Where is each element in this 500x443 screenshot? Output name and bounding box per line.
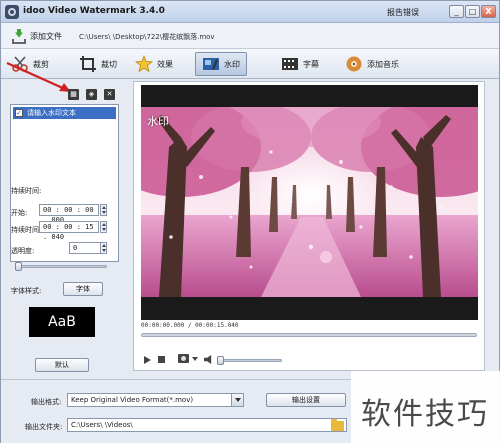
minimize-button[interactable]: _	[449, 5, 464, 18]
snapshot-camera-icon[interactable]	[178, 354, 189, 363]
app-logo-icon	[5, 5, 19, 19]
default-button[interactable]: 默认	[35, 358, 89, 372]
start-time-input[interactable]: 00 : 00 : 00 . 000	[39, 204, 99, 224]
app-window: idoo Video Watermark 3.4.0 报告错误 _ □ X 添加…	[0, 0, 500, 443]
title-bar: idoo Video Watermark 3.4.0 报告错误 _ □ X	[1, 1, 499, 23]
output-format-select[interactable]: Keep Original Video Format(*.mov)	[67, 393, 244, 407]
output-format-value: Keep Original Video Format(*.mov)	[71, 396, 194, 404]
delete-watermark-icon[interactable]: ✕	[104, 89, 115, 100]
file-bar: 添加文件 C:\Users\ \Desktop\722\樱花缤飘落.mov	[1, 23, 499, 49]
site-watermark-text: 软件技巧	[361, 397, 489, 432]
time-readout: 00:00:00.000 / 00:00:15.040	[141, 322, 239, 329]
chevron-down-icon[interactable]	[231, 394, 243, 406]
watermark-list: ✓ 请输入水印文本	[10, 104, 119, 262]
preview-area: 水印 00:00:00.000 / 00:00:15.040	[133, 81, 485, 371]
opacity-slider-track[interactable]	[15, 265, 107, 268]
tab-add-music[interactable]: 添加音乐	[339, 52, 405, 76]
crop-icon	[79, 55, 97, 73]
chevron-down-icon[interactable]	[192, 357, 198, 361]
tab-subtitle[interactable]: 字幕	[275, 52, 325, 76]
volume-slider-thumb[interactable]	[217, 356, 224, 365]
watermark-overlay-text[interactable]: 水印	[147, 113, 169, 129]
tab-effects-label: 效果	[157, 59, 173, 69]
watermark-settings-panel: ▦ ◈ ✕ ✓ 请输入水印文本 持续时间: 开始: 00 : 00 : 00 .…	[7, 83, 119, 373]
end-time-input[interactable]: 00 : 00 : 15 . 040	[39, 221, 99, 241]
start-time-spinner[interactable]	[100, 204, 107, 216]
font-style-label: 字体样式:	[11, 287, 42, 295]
watermark-icon	[202, 55, 220, 73]
add-image-watermark-icon[interactable]: ◈	[86, 89, 97, 100]
site-watermark: 软件技巧	[351, 371, 500, 443]
play-icon[interactable]	[144, 356, 151, 364]
output-folder-input[interactable]: C:\Users\ \Videos\	[67, 418, 347, 432]
checkbox-checked-icon[interactable]: ✓	[15, 109, 23, 117]
add-file-button[interactable]: 添加文件	[11, 28, 62, 45]
current-file-path: C:\Users\ \Desktop\722\樱花缤飘落.mov	[79, 33, 215, 41]
opacity-input[interactable]: 0	[69, 242, 101, 254]
watermark-list-item[interactable]: ✓ 请输入水印文本	[13, 107, 116, 119]
cherry-blossom-video-frame	[141, 107, 478, 297]
add-text-watermark-icon[interactable]: ▦	[68, 89, 79, 100]
tab-add-music-label: 添加音乐	[367, 59, 399, 69]
tab-crop-label: 裁切	[101, 59, 117, 69]
duration-heading: 持续时间:	[11, 187, 42, 195]
download-arrow-icon	[11, 28, 27, 45]
video-preview: 水印	[141, 85, 478, 320]
font-preview: AaB	[29, 307, 95, 337]
font-button[interactable]: 字体	[63, 282, 103, 296]
tab-effects[interactable]: 效果	[129, 52, 179, 76]
output-settings-button[interactable]: 输出设置	[266, 393, 346, 407]
end-label: 持续时间:	[11, 226, 42, 234]
window-title: idoo Video Watermark 3.4.0	[23, 6, 165, 16]
opacity-spinner[interactable]	[100, 242, 107, 254]
effects-star-icon	[134, 54, 154, 73]
output-format-label: 输出格式:	[31, 398, 62, 406]
end-time-spinner[interactable]	[100, 221, 107, 233]
watermark-item-text: 请输入水印文本	[27, 109, 76, 117]
volume-icon[interactable]	[204, 355, 212, 364]
tab-subtitle-label: 字幕	[303, 59, 319, 69]
report-error-link[interactable]: 报告错误	[387, 7, 419, 18]
stop-icon[interactable]	[158, 356, 165, 363]
folder-icon[interactable]	[331, 419, 344, 431]
maximize-button[interactable]: □	[465, 5, 480, 18]
seek-bar[interactable]	[141, 333, 477, 337]
close-button[interactable]: X	[481, 5, 496, 18]
add-file-label: 添加文件	[30, 32, 62, 41]
music-disc-icon	[345, 55, 363, 73]
start-label: 开始:	[11, 209, 28, 217]
tab-watermark-label: 水印	[224, 59, 240, 69]
output-folder-label: 输出文件夹:	[25, 423, 63, 431]
tab-watermark[interactable]: 水印	[195, 52, 247, 76]
opacity-label: 透明度:	[11, 247, 35, 255]
subtitle-film-icon	[281, 55, 299, 73]
opacity-slider-thumb[interactable]	[15, 262, 22, 271]
volume-slider-track[interactable]	[222, 359, 282, 362]
